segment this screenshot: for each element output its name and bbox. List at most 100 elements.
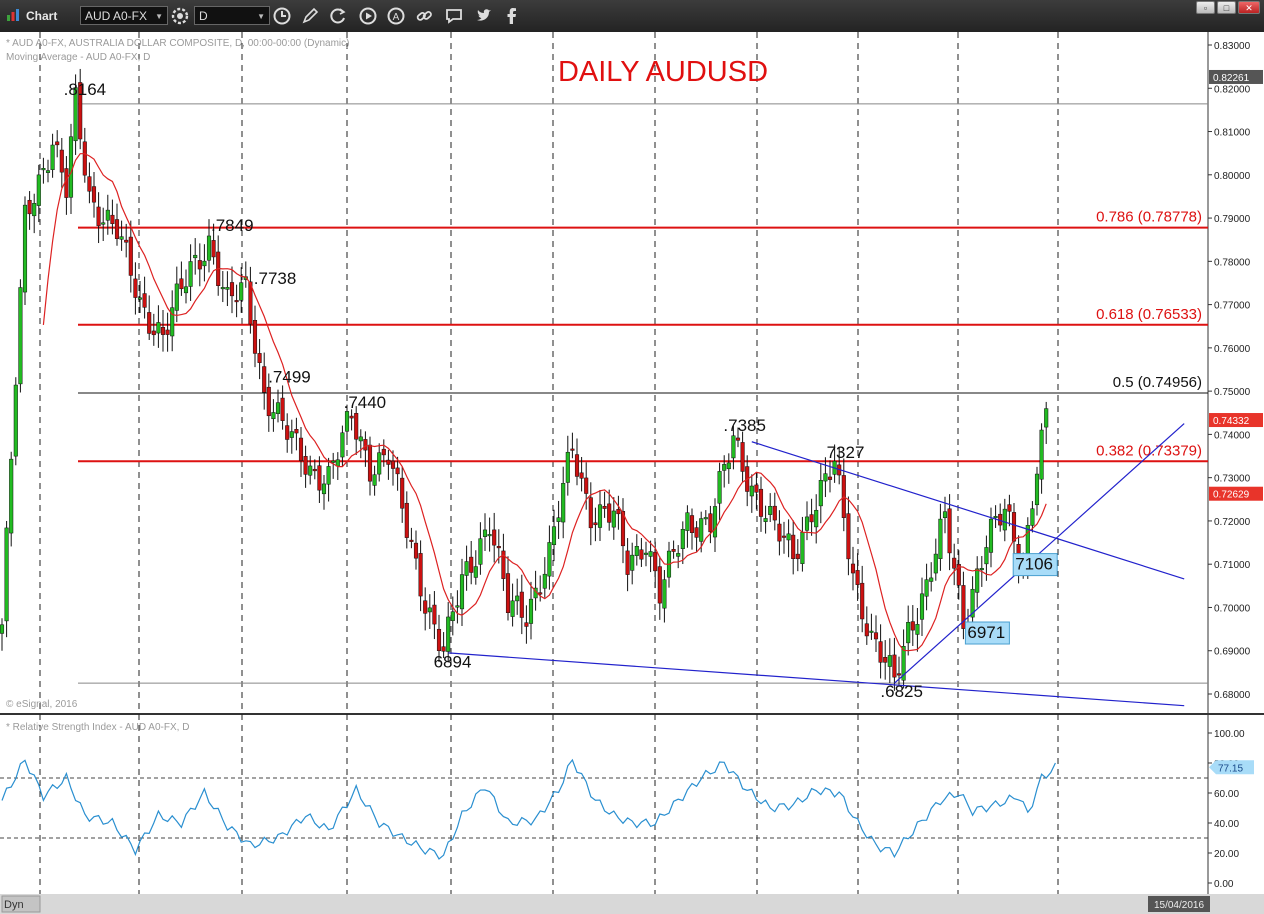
candle-body — [602, 506, 607, 509]
chart-area: 0.786 (0.78778) 0.618 (0.76533) 0.5 (0.749… — [0, 32, 1264, 914]
candle-body — [234, 300, 239, 303]
candle-body — [712, 506, 718, 538]
facebook-icon[interactable] — [502, 6, 522, 26]
candle-body — [740, 442, 745, 472]
candle-body — [174, 283, 179, 311]
candle-body — [735, 437, 741, 441]
candle-body — [82, 141, 87, 176]
swing-label: 6894 — [434, 652, 472, 671]
bottom-bar — [0, 894, 1264, 914]
candle-body — [450, 611, 455, 621]
candle-body — [266, 386, 271, 417]
ma-info-line: Moving Average - AUD A0-FX, D — [6, 52, 150, 63]
candle-body — [179, 278, 184, 290]
candle-body — [924, 579, 929, 597]
candle-body — [220, 287, 225, 290]
price-tick-label: 0.75000 — [1214, 387, 1251, 398]
candle-body — [124, 239, 129, 243]
price-marker-value: 0.82261 — [1213, 73, 1250, 84]
restore-icon[interactable]: ▫ — [1196, 1, 1215, 14]
candle-body — [367, 444, 373, 482]
rsi-current-value: 77.15 — [1218, 763, 1243, 774]
candle-body — [381, 448, 386, 456]
price-info-line: * AUD A0-FX, AUSTRALIA DOLLAR COMPOSITE,… — [6, 38, 349, 49]
candle-body — [294, 429, 299, 434]
candle-body — [45, 170, 51, 173]
candle-body — [147, 312, 152, 334]
settings-icon[interactable] — [170, 6, 190, 26]
fib-level-label: 0.382 (0.73379) — [1096, 442, 1202, 459]
candle-body — [1039, 429, 1044, 480]
candle-body — [469, 556, 474, 573]
candle-body — [657, 566, 662, 604]
candle-body — [409, 539, 414, 542]
candle-body — [133, 278, 138, 298]
candle-body — [257, 353, 262, 363]
candle-body — [910, 621, 915, 631]
twitter-icon[interactable] — [474, 6, 494, 26]
swing-label: .7849 — [211, 216, 254, 235]
candle-body — [860, 582, 865, 620]
candle-body — [662, 579, 667, 609]
interval-input[interactable]: D ▼ — [194, 6, 270, 25]
candle-body — [827, 476, 833, 480]
candle-body — [160, 326, 166, 335]
price-tick-label: 0.76000 — [1214, 344, 1251, 355]
pencil-icon[interactable] — [300, 6, 320, 26]
candle-body — [952, 557, 957, 569]
candle-body — [390, 460, 396, 469]
date-stamp: 15/04/2016 — [1154, 900, 1204, 911]
candle-body — [643, 552, 649, 555]
candle-body — [340, 432, 345, 458]
link-icon[interactable] — [414, 6, 434, 26]
candle-body — [823, 473, 828, 482]
play-icon[interactable] — [358, 6, 378, 26]
candle-body — [1034, 473, 1040, 506]
candle-body — [0, 624, 5, 634]
comment-icon[interactable] — [444, 6, 464, 26]
refresh-icon[interactable] — [328, 6, 348, 26]
candle-body — [423, 600, 428, 614]
clock-icon[interactable] — [272, 6, 292, 26]
candle-body — [947, 508, 952, 554]
chevron-down-icon[interactable]: ▼ — [155, 7, 163, 26]
price-tick-label: 0.82000 — [1214, 84, 1251, 95]
candle-body — [482, 529, 488, 537]
candle-body — [676, 553, 681, 557]
alert-icon[interactable]: A — [386, 6, 406, 26]
close-icon[interactable]: ✕ — [1238, 1, 1260, 14]
candle-body — [262, 366, 267, 393]
candle-body — [142, 293, 147, 308]
symbol-input[interactable]: AUD A0-FX ▼ — [80, 6, 168, 25]
rsi-tick-label: 20.00 — [1214, 849, 1239, 860]
price-tick-label: 0.80000 — [1214, 171, 1251, 182]
price-tick-label: 0.72000 — [1214, 517, 1251, 528]
candle-body — [96, 206, 101, 227]
candle-body — [896, 673, 902, 676]
candle-body — [781, 535, 787, 538]
candle-body — [487, 534, 492, 537]
candle-body — [464, 561, 469, 576]
candle-body — [625, 550, 630, 575]
candle-body — [929, 577, 934, 582]
candle-body — [303, 456, 308, 475]
candle-body — [1002, 508, 1007, 531]
candle-body — [768, 506, 773, 515]
candle-body — [689, 515, 695, 533]
candle-body — [915, 624, 920, 635]
price-marker-value: 0.74332 — [1213, 416, 1250, 427]
price-tick-label: 0.69000 — [1214, 647, 1251, 658]
rsi-tick-label: 100.00 — [1214, 729, 1245, 740]
candle-body — [331, 460, 336, 463]
chevron-down-icon[interactable]: ▼ — [257, 7, 265, 26]
candle-body — [395, 467, 400, 475]
candle-body — [717, 471, 722, 504]
maximize-icon[interactable]: □ — [1217, 1, 1236, 14]
candle-body — [855, 570, 860, 585]
candle-body — [308, 465, 313, 476]
interval-value: D — [199, 9, 208, 23]
candle-body — [27, 199, 32, 215]
candle-body — [128, 236, 133, 276]
candle-body — [809, 514, 814, 523]
candle-body — [699, 518, 704, 542]
